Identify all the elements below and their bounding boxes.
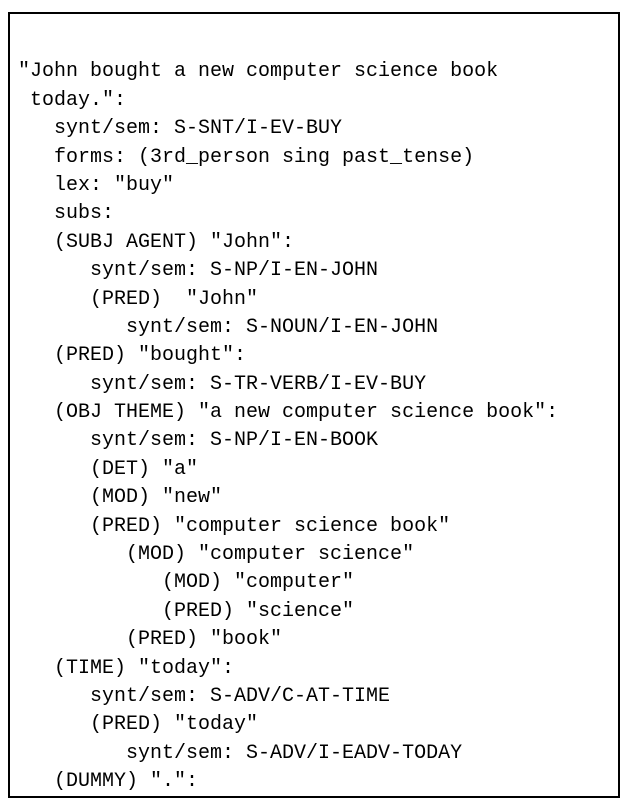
line-17: (MOD) "computer science" (18, 543, 414, 566)
line-18: (MOD) "computer" (18, 571, 354, 594)
line-3: forms: (3rd_person sing past_tense) (18, 146, 474, 169)
line-22: synt/sem: S-ADV/C-AT-TIME (18, 685, 390, 708)
line-25: (DUMMY) ".": (18, 770, 198, 793)
line-24: synt/sem: S-ADV/I-EADV-TODAY (18, 742, 462, 765)
line-20: (PRED) "book" (18, 628, 282, 651)
line-0: "John bought a new computer science book (18, 60, 498, 83)
line-8: (PRED) "John" (18, 288, 258, 311)
line-5: subs: (18, 202, 114, 225)
line-6: (SUBJ AGENT) "John": (18, 231, 294, 254)
line-7: synt/sem: S-NP/I-EN-JOHN (18, 259, 378, 282)
line-13: synt/sem: S-NP/I-EN-BOOK (18, 429, 378, 452)
line-10: (PRED) "bought": (18, 344, 246, 367)
line-19: (PRED) "science" (18, 600, 354, 623)
line-23: (PRED) "today" (18, 713, 258, 736)
line-12: (OBJ THEME) "a new computer science book… (18, 401, 558, 424)
line-1: today.": (18, 89, 126, 112)
line-15: (MOD) "new" (18, 486, 222, 509)
line-21: (TIME) "today": (18, 657, 234, 680)
parse-frame: "John bought a new computer science book… (8, 12, 620, 798)
line-4: lex: "buy" (18, 174, 174, 197)
line-14: (DET) "a" (18, 458, 198, 481)
line-11: synt/sem: S-TR-VERB/I-EV-BUY (18, 373, 426, 396)
page: "John bought a new computer science book… (0, 0, 628, 810)
line-9: synt/sem: S-NOUN/I-EN-JOHN (18, 316, 438, 339)
line-2: synt/sem: S-SNT/I-EV-BUY (18, 117, 342, 140)
line-16: (PRED) "computer science book" (18, 515, 450, 538)
